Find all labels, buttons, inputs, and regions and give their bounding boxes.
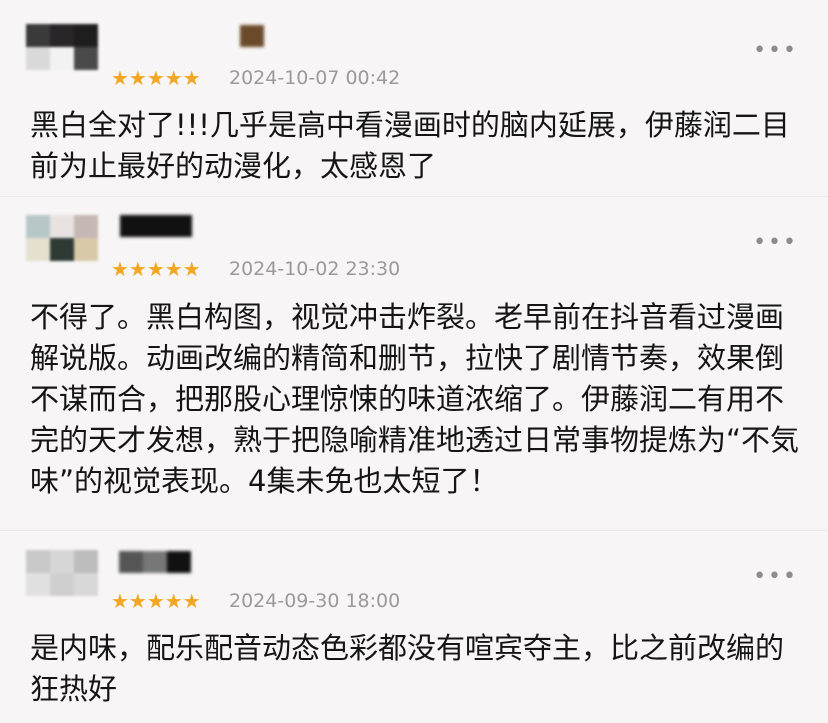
divider (0, 530, 828, 531)
review-timestamp: 2024-10-07 00:42 (229, 67, 401, 89)
username-redacted[interactable] (120, 215, 192, 237)
rating-stars: ★★★★★ (111, 66, 201, 90)
divider (0, 196, 828, 197)
more-dots-icon[interactable]: ••• (753, 566, 798, 588)
review-timestamp: 2024-10-02 23:30 (229, 258, 401, 280)
more-dots-icon[interactable]: ••• (753, 40, 798, 62)
review-text: 黑白全对了!!!几乎是高中看漫画时的脑内延展，伊藤润二目前为止最好的动漫化，太感… (30, 108, 790, 183)
review-text: 是内味，配乐配音动态色彩都没有喧宾夺主，比之前改编的狂热好 (30, 631, 785, 706)
more-dots-icon[interactable]: ••• (753, 232, 798, 254)
avatar[interactable] (26, 550, 98, 596)
rating-stars: ★★★★★ (111, 257, 201, 281)
review-text: 不得了。黑白构图，视觉冲击炸裂。老早前在抖音看过漫画解说版。动画改编的精简和删节… (30, 300, 800, 498)
avatar[interactable] (26, 215, 98, 261)
avatar[interactable] (26, 24, 98, 70)
review-timestamp: 2024-09-30 18:00 (229, 590, 401, 612)
username-redacted[interactable] (240, 25, 264, 47)
username-redacted[interactable] (119, 551, 191, 573)
rating-stars: ★★★★★ (111, 589, 201, 613)
